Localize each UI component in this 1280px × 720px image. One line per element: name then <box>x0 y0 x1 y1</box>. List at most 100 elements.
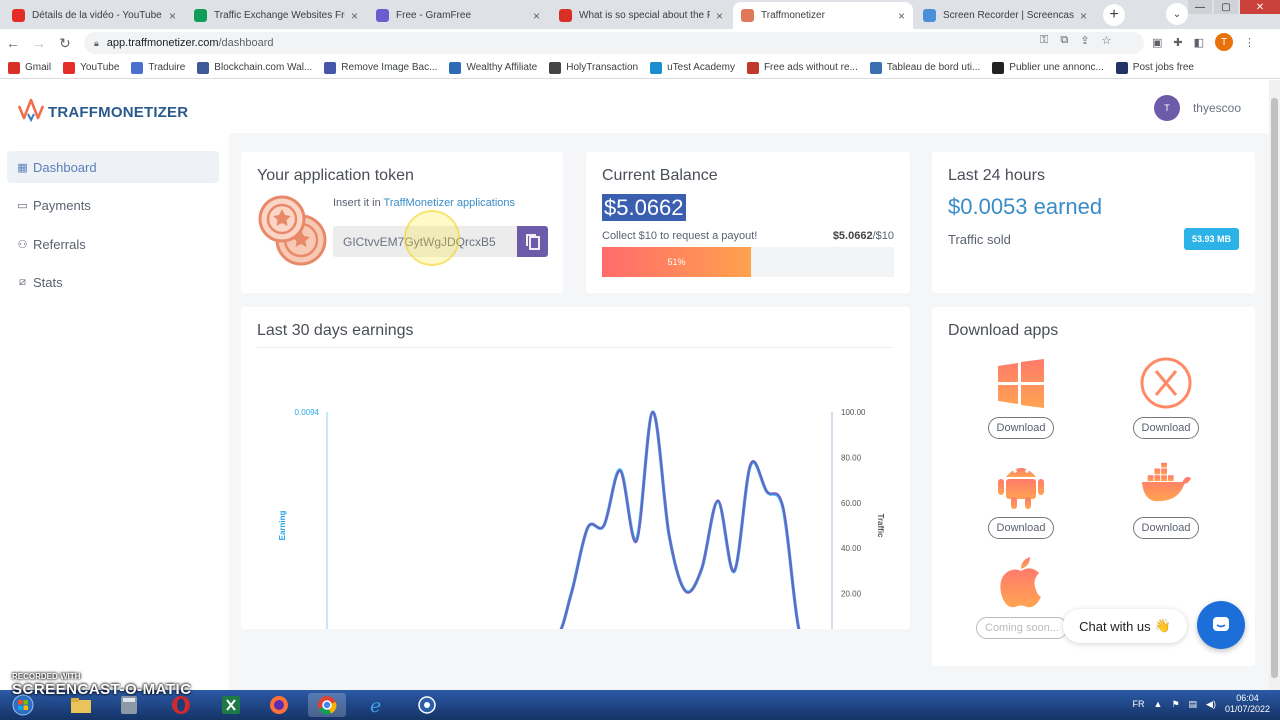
browser-tab-3[interactable]: Free - GramFree × <box>368 2 548 29</box>
close-tab-icon[interactable]: × <box>169 9 176 23</box>
close-tab-icon[interactable]: × <box>1080 9 1087 23</box>
browser-tab-6[interactable]: Screen Recorder | Screencast-O × <box>915 2 1095 29</box>
bookmark-item[interactable]: HolyTransaction <box>549 61 639 74</box>
last24-card-title: Last 24 hours <box>948 167 1045 184</box>
payout-progress-fill: 51% <box>602 247 751 277</box>
clock[interactable]: 06:04 01/07/2022 <box>1225 693 1270 715</box>
sidepanel-icon[interactable]: ◧ <box>1194 36 1204 49</box>
sidebar-item-label: Stats <box>33 275 63 290</box>
volume-icon[interactable]: ◀) <box>1206 699 1216 710</box>
download-docker-button[interactable]: Download <box>1132 517 1200 539</box>
chat-with-us-pill[interactable]: Chat with us 👋 <box>1063 609 1187 643</box>
payout-progress-bar: 51% <box>602 247 894 277</box>
applications-link[interactable]: TraffMonetizer applications <box>384 197 515 209</box>
bookmark-item[interactable]: Traduire <box>131 61 185 74</box>
share-icon[interactable]: ⇪ <box>1080 34 1089 47</box>
sidebar-item-referrals[interactable]: ⚇ Referrals <box>7 228 219 260</box>
postjobs-icon <box>1115 61 1128 74</box>
translate-icon[interactable]: ⧉ <box>1060 34 1068 47</box>
wallet-icon: ▭ <box>17 200 28 212</box>
annonce-icon <box>992 61 1005 74</box>
close-tab-icon[interactable]: × <box>533 9 540 23</box>
bookmark-label: HolyTransaction <box>566 62 639 73</box>
holytransaction-icon <box>549 61 562 74</box>
earnings-chart: 0.00940.00000.0020.0040.0060.0080.00100.… <box>278 408 885 629</box>
close-tab-icon[interactable]: × <box>716 9 723 23</box>
forward-button[interactable]: → <box>26 35 52 51</box>
page-scrollbar[interactable] <box>1269 80 1280 690</box>
bookmark-label: Post jobs free <box>1132 62 1194 73</box>
bookmark-item[interactable]: Blockchain.com Wal... <box>197 61 312 74</box>
screencast-watermark: RECORDED WITH SCREENCAST-O-MATIC <box>12 672 192 698</box>
bookmark-item[interactable]: Publier une annonc... <box>992 61 1104 74</box>
browser-tab-4[interactable]: What is so special about the P × <box>551 2 731 29</box>
user-menu[interactable]: T thyescoo <box>1153 95 1241 121</box>
back-button[interactable]: ← <box>0 35 26 51</box>
y-tick-label: 0.0094 <box>295 408 320 417</box>
reload-button[interactable]: ↻ <box>52 35 78 52</box>
tab-search-button[interactable]: ⌄ <box>1166 3 1188 25</box>
download-macos-button[interactable]: Download <box>1132 417 1200 439</box>
url-path: /dashboard <box>218 37 274 49</box>
puzzle-icon[interactable]: ✚ <box>1173 36 1182 49</box>
browser-tab-1[interactable]: Détails de la vidéo - YouTube S × <box>4 2 184 29</box>
bookmark-item[interactable]: Remove Image Bac... <box>324 61 437 74</box>
extension-icon[interactable]: ▣ <box>1152 36 1162 49</box>
close-tab-icon[interactable]: × <box>898 9 905 23</box>
bookmark-item[interactable]: Tableau de bord uti... <box>869 61 980 74</box>
sidebar-item-payments[interactable]: ▭ Payments <box>7 190 219 222</box>
bookmarks-bar: Gmail YouTube Traduire Blockchain.com Wal..… <box>0 57 1280 79</box>
taskbar-excel[interactable] <box>212 693 250 717</box>
new-tab-button[interactable]: + <box>1103 4 1125 26</box>
network-icon[interactable]: ▤ <box>1189 699 1198 710</box>
close-window-button[interactable]: ✕ <box>1240 0 1280 14</box>
sidebar-item-label: Dashboard <box>33 159 97 175</box>
taskbar-screencast[interactable] <box>408 693 446 717</box>
chat-launcher-button[interactable] <box>1197 601 1245 649</box>
address-bar[interactable]: 🔒︎ app.traffmonetizer.com/dashboard <box>84 32 1144 54</box>
sidebar-item-stats[interactable]: ⧄ Stats <box>7 267 219 299</box>
browser-tab-strip: Détails de la vidéo - YouTube S × Traffic … <box>0 0 1280 29</box>
earnings-chart-card: Last 30 days earnings 0.00940.00000.0020… <box>241 307 910 629</box>
folder-icon <box>71 698 91 713</box>
browser-tab-5[interactable]: Traffmonetizer × <box>733 2 913 29</box>
bookmark-item[interactable]: YouTube <box>63 61 119 74</box>
taskbar-firefox[interactable] <box>260 693 298 717</box>
tab-title: Traffmonetizer <box>761 10 825 21</box>
close-tab-icon[interactable]: × <box>351 9 358 23</box>
copy-token-button[interactable] <box>517 226 548 257</box>
screencast-icon <box>923 9 936 22</box>
menu-dots-icon[interactable]: ⋮ <box>1244 36 1255 49</box>
windows-app-slot: Download <box>976 357 1066 439</box>
blockchain-icon <box>197 61 210 74</box>
bookmark-item[interactable]: uTest Academy <box>650 61 735 74</box>
sidebar: TRAFFMONETIZER ▦ Dashboard ▭ Payments ⚇ Refer… <box>0 80 229 690</box>
download-windows-button[interactable]: Download <box>987 417 1055 439</box>
taskbar-chrome[interactable] <box>308 693 346 717</box>
bookmark-item[interactable]: Free ads without re... <box>746 61 858 74</box>
clock-time: 06:04 <box>1236 693 1259 703</box>
flag-icon[interactable]: ⚑ <box>1171 699 1179 710</box>
maximize-button[interactable]: ▢ <box>1214 0 1238 14</box>
chat-bubble-icon <box>1213 617 1229 631</box>
sidebar-item-label: Payments <box>33 198 91 213</box>
copy-icon <box>525 233 540 250</box>
profile-avatar[interactable]: T <box>1215 33 1234 51</box>
bookmark-item[interactable]: Gmail <box>8 61 51 74</box>
tray-arrow-icon[interactable]: ▲ <box>1154 699 1163 709</box>
bookmark-item[interactable]: Post jobs free <box>1115 61 1194 74</box>
sidebar-item-dashboard[interactable]: ▦ Dashboard <box>7 151 219 183</box>
taskbar-ie[interactable]: e <box>358 693 396 717</box>
ios-app-slot: Coming soon... <box>976 557 1068 639</box>
download-android-button[interactable]: Download <box>987 517 1055 539</box>
key-icon[interactable]: ⚿ <box>1040 34 1048 47</box>
browser-tab-2[interactable]: Traffic Exchange Websites Free × <box>186 2 366 29</box>
user-avatar: T <box>1153 95 1180 121</box>
y2-tick-label: 60.00 <box>841 499 862 508</box>
minimize-button[interactable]: — <box>1188 0 1212 14</box>
language-indicator[interactable]: FR <box>1133 699 1145 709</box>
traffmonetizer-logo[interactable]: TRAFFMONETIZER <box>16 94 188 124</box>
bookmark-item[interactable]: Wealthy Affiliate <box>449 61 537 74</box>
bookmark-star-icon[interactable]: ☆ <box>1101 34 1111 47</box>
internet-explorer-icon: e <box>370 695 381 715</box>
